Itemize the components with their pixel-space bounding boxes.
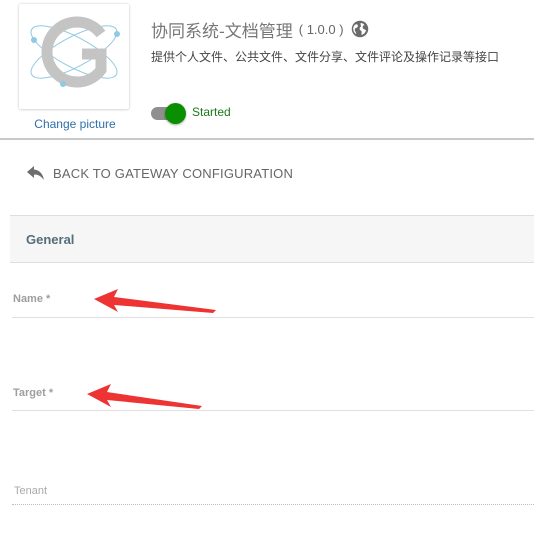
change-picture-link[interactable]: Change picture [19,117,131,131]
toggle-knob [165,103,186,124]
target-field-label: Target * [13,387,54,399]
app-header: Change picture 协同系统-文档管理 ( 1.0.0 ) 提供个人文… [0,0,534,139]
back-to-gateway-link[interactable]: BACK TO GATEWAY CONFIGURATION [26,165,293,181]
back-label: BACK TO GATEWAY CONFIGURATION [53,165,294,181]
app-logo[interactable] [19,4,129,109]
annotation-arrow-icon [87,384,202,409]
back-arrow-icon [27,166,44,180]
app-title-row: 协同系统-文档管理 ( 1.0.0 ) [151,17,369,42]
general-section-header[interactable]: General [10,215,534,263]
header-divider [0,138,534,140]
globe-icon[interactable] [351,20,369,38]
status-label: Started [192,105,231,119]
logo-icon [30,16,120,88]
app-version: ( 1.0.0 ) [298,21,344,37]
section-title: General [26,232,75,247]
app-title: 协同系统-文档管理 [151,21,293,42]
tenant-field-label: Tenant [14,485,48,497]
tenant-field[interactable] [12,504,534,505]
name-field-label: Name * [13,293,51,305]
annotation-arrow-icon [94,289,216,313]
started-toggle[interactable] [151,102,187,124]
app-description: 提供个人文件、公共文件、文件分享、文件评论及操作记录等接口 [151,50,500,64]
